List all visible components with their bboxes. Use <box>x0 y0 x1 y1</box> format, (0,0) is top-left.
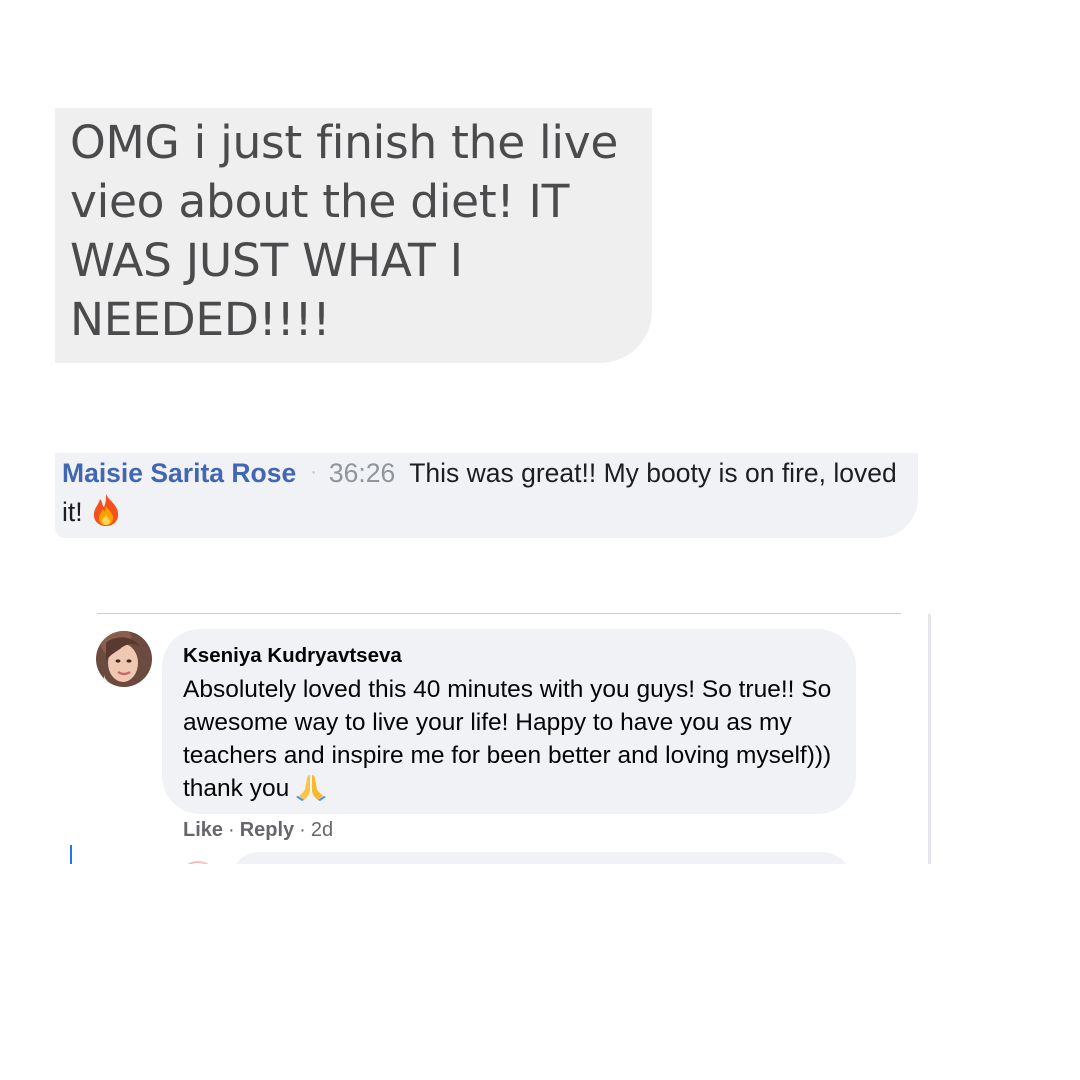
message-text: OMG i just finish the live vieo about th… <box>70 116 619 346</box>
live-comment-timestamp[interactable]: 36:26 <box>329 458 395 488</box>
message-bubble: OMG i just finish the live vieo about th… <box>55 108 652 363</box>
comment-age[interactable]: 2d <box>311 819 333 841</box>
comment-text: Absolutely loved this 40 minutes with yo… <box>183 676 832 802</box>
avatar[interactable] <box>96 631 152 687</box>
reply-bubble <box>230 852 852 864</box>
action-separator: · <box>299 819 306 841</box>
live-comment: Maisie Sarita Rose · 36:26 This was great!!… <box>55 453 918 538</box>
comment-bubble: Kseniya Kudryavtseva Absolutely loved th… <box>162 629 856 814</box>
fire-icon <box>90 493 122 535</box>
thread-divider <box>97 613 901 614</box>
live-comment-separator: · <box>310 461 317 483</box>
live-comment-author-link[interactable]: Maisie Sarita Rose <box>62 458 296 488</box>
text-cursor <box>70 845 72 864</box>
action-separator: · <box>228 819 235 841</box>
comment-actions: Like · Reply · 2d <box>183 817 333 843</box>
reply-button[interactable]: Reply <box>240 819 294 841</box>
comment-author-link[interactable]: Kseniya Kudryavtseva <box>183 642 836 670</box>
comment-thread: Kseniya Kudryavtseva Absolutely loved th… <box>60 612 940 864</box>
comment-body: Absolutely loved this 40 minutes with yo… <box>183 673 836 810</box>
scrollbar-track[interactable] <box>928 614 931 864</box>
like-button[interactable]: Like <box>183 819 223 841</box>
reply-avatar[interactable] <box>178 861 218 864</box>
folded-hands-icon <box>296 773 327 810</box>
